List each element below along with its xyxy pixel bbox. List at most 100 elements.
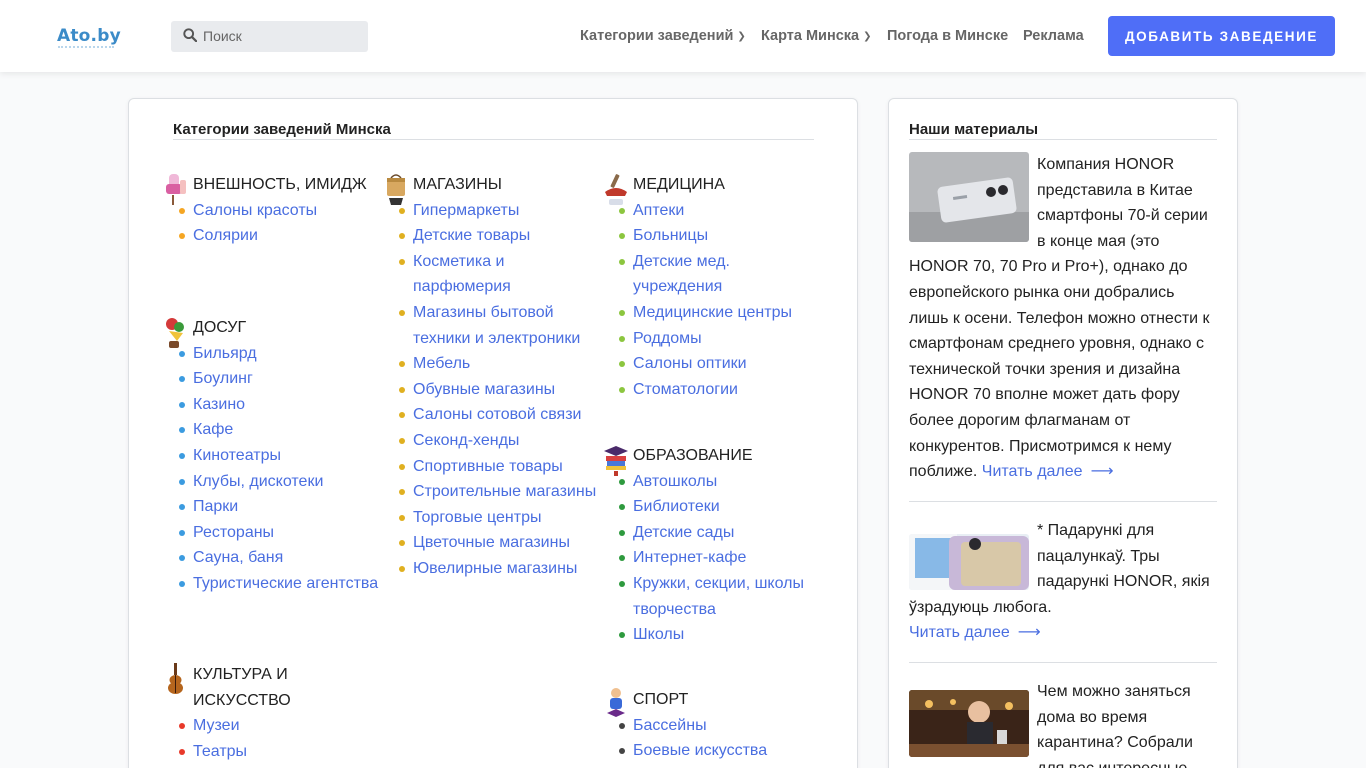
cosmetics-icon xyxy=(166,174,186,205)
phone-photo[interactable] xyxy=(909,152,1029,242)
category-link[interactable]: Аптеки xyxy=(619,198,823,224)
category-name: Культура и искусство xyxy=(193,666,291,709)
category-name: Медицина xyxy=(633,176,725,193)
category-link[interactable]: Рестораны xyxy=(179,520,383,546)
category-list: Автошколы Библиотеки Детские сады Интерн… xyxy=(619,469,823,648)
search-input[interactable] xyxy=(203,25,363,47)
category-link[interactable]: Салоны красоты xyxy=(179,198,383,224)
article-honor70: Компания HONOR представила в Китае смарт… xyxy=(909,152,1217,485)
article-divider xyxy=(909,501,1217,502)
category-link[interactable]: Секонд-хенды xyxy=(399,428,603,454)
category-list: Аптеки Больницы Детские мед. учреждения … xyxy=(619,198,823,403)
category-sport: Спорт Бассейны Боевые искусства xyxy=(607,687,823,764)
header: Ato.by Категории заведений❯ Карта Минска… xyxy=(0,0,1366,72)
article-text: Чем можно заняться дома во время каранти… xyxy=(1037,683,1193,768)
category-leisure: Досуг Бильярд Боулинг Казино Кафе Киноте… xyxy=(166,315,383,597)
nav-ads[interactable]: Реклама xyxy=(1023,28,1084,44)
cafe-photo[interactable] xyxy=(909,690,1029,757)
category-name: Образование xyxy=(633,447,753,464)
nav-weather[interactable]: Погода в Минске xyxy=(887,28,1008,44)
category-name: Магазины xyxy=(413,176,502,193)
category-link[interactable]: Больницы xyxy=(619,223,823,249)
category-medicine: Медицина Аптеки Больницы Детские мед. уч… xyxy=(605,172,823,403)
phone-box-photo[interactable] xyxy=(909,534,1029,590)
category-culture: Культура и искусство Музеи Театры xyxy=(168,662,383,765)
category-link[interactable]: Салоны оптики xyxy=(619,351,823,377)
category-list: Музеи Театры xyxy=(179,713,383,765)
category-link[interactable]: Медицинские центры xyxy=(619,300,823,326)
category-link[interactable]: Детские мед. учреждения xyxy=(619,249,823,300)
category-link[interactable]: Гипермаркеты xyxy=(399,198,603,224)
category-link[interactable]: Сауна, баня xyxy=(179,545,383,571)
category-shops: Магазины Гипермаркеты Детские товары Кос… xyxy=(387,172,603,582)
books-icon xyxy=(604,446,628,476)
category-list: Бассейны Боевые искусства xyxy=(619,713,823,764)
category-link[interactable]: Казино xyxy=(179,392,383,418)
category-link[interactable]: Стоматологии xyxy=(619,377,823,403)
category-link[interactable]: Строительные магазины xyxy=(399,479,603,505)
logo[interactable]: Ato.by xyxy=(57,26,121,46)
materials-divider xyxy=(909,139,1217,140)
category-education: Образование Автошколы Библиотеки Детские… xyxy=(604,443,823,648)
nav-categories-label: Категории заведений xyxy=(580,28,734,44)
category-link[interactable]: Обувные магазины xyxy=(399,377,603,403)
category-link[interactable]: Библиотеки xyxy=(619,494,823,520)
category-link[interactable]: Магазины бытовой техники и электроники xyxy=(399,300,603,351)
category-link[interactable]: Кафе xyxy=(179,417,383,443)
category-link[interactable]: Клубы, дискотеки xyxy=(179,469,383,495)
category-link[interactable]: Детские сады xyxy=(619,520,823,546)
arrow-right-icon[interactable]: ⟶ xyxy=(1018,620,1041,646)
nav-map-label: Карта Минска xyxy=(761,28,860,44)
party-icon xyxy=(166,318,184,348)
nav-weather-label: Погода в Минске xyxy=(887,28,1009,44)
category-link[interactable]: Спортивные товары xyxy=(399,454,603,480)
chevron-down-icon: ❯ xyxy=(737,31,746,42)
categories-title: Категории заведений Минска xyxy=(173,121,391,138)
nav-ads-label: Реклама xyxy=(1023,28,1084,44)
category-name: Спорт xyxy=(633,691,689,708)
article-divider xyxy=(909,662,1217,663)
materials-title: Наши материалы xyxy=(909,121,1039,138)
arrow-right-icon[interactable]: ⟶ xyxy=(1091,459,1114,485)
category-link[interactable]: Музеи xyxy=(179,713,383,739)
category-link[interactable]: Бильярд xyxy=(179,341,383,367)
category-link[interactable]: Боевые искусства xyxy=(619,738,823,764)
search-icon xyxy=(183,28,197,42)
category-link[interactable]: Боулинг xyxy=(179,366,383,392)
shopping-bag-icon xyxy=(387,174,405,205)
category-link[interactable]: Ювелирные магазины xyxy=(399,556,603,582)
article-quarantine: Чем можно заняться дома во время каранти… xyxy=(909,679,1217,768)
violin-icon xyxy=(168,663,183,694)
category-link[interactable]: Детские товары xyxy=(399,223,603,249)
read-more-link[interactable]: Читать далее xyxy=(909,624,1010,641)
category-link[interactable]: Цветочные магазины xyxy=(399,530,603,556)
categories-divider xyxy=(173,139,814,140)
medicine-icon xyxy=(605,174,627,205)
category-link[interactable]: Роддомы xyxy=(619,326,823,352)
category-link[interactable]: Кружки, секции, школы творчества xyxy=(619,571,823,622)
nav-map[interactable]: Карта Минска ❯ xyxy=(761,28,871,44)
category-link[interactable]: Кинотеатры xyxy=(179,443,383,469)
category-name: Досуг xyxy=(193,319,247,336)
category-link[interactable]: Туристические агентства xyxy=(179,571,383,597)
chevron-down-icon: ❯ xyxy=(863,31,872,42)
category-link[interactable]: Парки xyxy=(179,494,383,520)
category-link[interactable]: Театры xyxy=(179,739,383,765)
category-link[interactable]: Интернет-кафе xyxy=(619,545,823,571)
category-link[interactable]: Солярии xyxy=(179,223,383,249)
read-more-link[interactable]: Читать далее xyxy=(982,463,1083,480)
category-link[interactable]: Салоны сотовой связи xyxy=(399,402,603,428)
category-list: Бильярд Боулинг Казино Кафе Кинотеатры К… xyxy=(179,341,383,597)
category-appearance: Внешность, имидж Салоны красоты Солярии xyxy=(166,172,383,249)
category-list: Салоны красоты Солярии xyxy=(179,198,383,249)
add-place-button[interactable]: Добавить заведение xyxy=(1108,16,1335,56)
logo-underline xyxy=(58,46,114,49)
category-link[interactable]: Косметика и парфюмерия xyxy=(399,249,603,300)
category-name: Внешность, имидж xyxy=(193,176,367,193)
category-link[interactable]: Автошколы xyxy=(619,469,823,495)
nav-categories[interactable]: Категории заведений ❯ xyxy=(580,28,746,44)
category-link[interactable]: Торговые центры xyxy=(399,505,603,531)
category-link[interactable]: Школы xyxy=(619,622,823,648)
category-link[interactable]: Мебель xyxy=(399,351,603,377)
category-link[interactable]: Бассейны xyxy=(619,713,823,739)
